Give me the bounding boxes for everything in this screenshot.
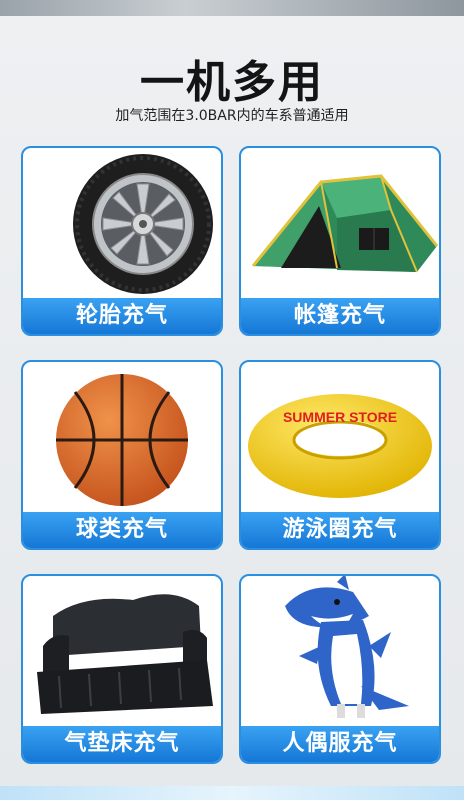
bottom-banner-strip bbox=[0, 786, 464, 800]
tent-icon bbox=[251, 174, 439, 273]
card-tent[interactable]: 帐篷充气 bbox=[239, 146, 441, 336]
card-air-mattress[interactable]: 气垫床充气 bbox=[21, 574, 223, 764]
air-mattress-icon bbox=[37, 594, 213, 714]
tire-icon bbox=[73, 154, 213, 294]
card-label-tent: 帐篷充气 bbox=[241, 298, 439, 334]
page-subtitle: 加气范围在3.0BAR内的车系普通适用 bbox=[115, 108, 349, 124]
card-label-shark-costume: 人偶服充气 bbox=[241, 726, 439, 762]
page-title: 一机多用 bbox=[140, 57, 324, 108]
card-tire[interactable]: 轮胎充气 bbox=[21, 146, 223, 336]
ring-print-text: SUMMER STORE bbox=[283, 409, 397, 425]
card-label-tire: 轮胎充气 bbox=[23, 298, 221, 334]
basketball-icon bbox=[56, 374, 188, 506]
card-swim-ring[interactable]: SUMMER STORE 游泳圈充气 bbox=[239, 360, 441, 550]
card-label-air-mattress: 气垫床充气 bbox=[23, 726, 221, 762]
card-basketball[interactable]: 球类充气 bbox=[21, 360, 223, 550]
shark-costume-icon bbox=[285, 576, 409, 718]
swim-ring-icon: SUMMER STORE bbox=[248, 394, 432, 498]
top-banner-strip bbox=[0, 0, 464, 16]
card-label-swim-ring: 游泳圈充气 bbox=[241, 512, 439, 548]
card-shark-costume[interactable]: 人偶服充气 bbox=[239, 574, 441, 764]
card-label-basketball: 球类充气 bbox=[23, 512, 221, 548]
